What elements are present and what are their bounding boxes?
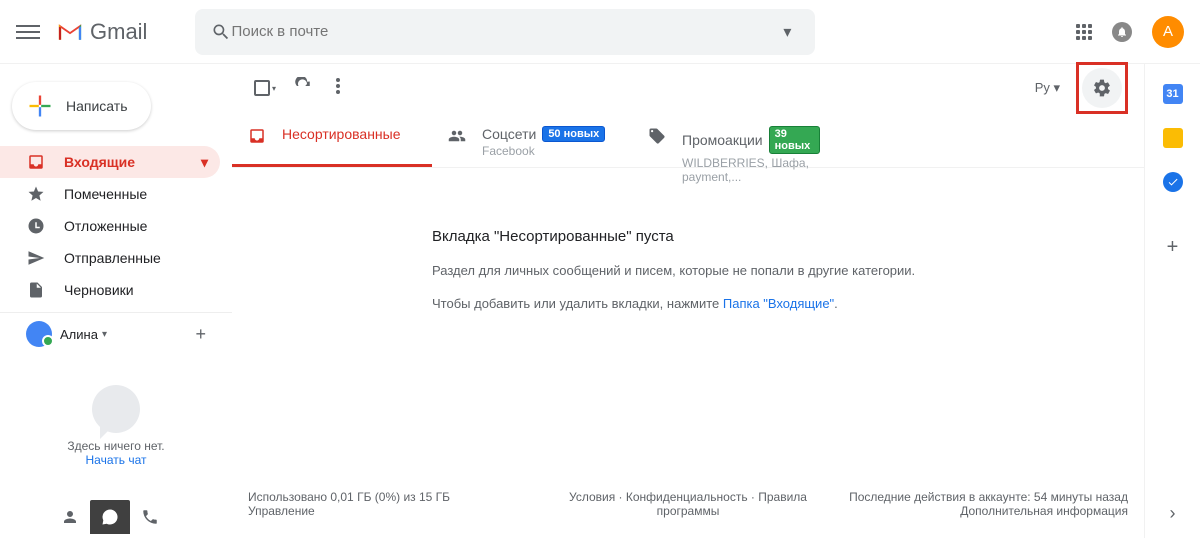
hangouts-new-chat-button[interactable]: + <box>195 324 206 345</box>
notifications-icon[interactable] <box>1112 22 1132 42</box>
category-tabs: Несортированные Соцсети 50 новых Facebook… <box>232 112 1144 168</box>
empty-state: Вкладка "Несортированные" пуста Раздел д… <box>232 168 1144 369</box>
social-tab-icon <box>448 127 466 145</box>
header-right: А <box>1076 16 1184 48</box>
more-button[interactable] <box>324 70 352 107</box>
calendar-addon-icon[interactable]: 31 <box>1163 84 1183 104</box>
clock-icon <box>26 216 46 236</box>
tab-primary-label: Несортированные <box>282 126 401 142</box>
input-method-button[interactable]: Ру ▾ <box>1035 80 1060 96</box>
compose-label: Написать <box>66 98 127 114</box>
hangouts-tab-phone[interactable] <box>130 500 170 534</box>
inbox-expand-icon[interactable]: ▾ <box>201 154 208 171</box>
hangouts-user-row[interactable]: Алина ▾ + <box>0 312 232 355</box>
send-icon <box>26 248 46 268</box>
gmail-logo-area[interactable]: Gmail <box>56 19 147 45</box>
inbox-settings-link[interactable]: Папка "Входящие" <box>723 296 834 311</box>
inbox-tab-icon <box>248 127 266 145</box>
nav-inbox-label: Входящие <box>64 154 135 170</box>
star-icon <box>26 184 46 204</box>
tab-social[interactable]: Соцсети 50 новых Facebook <box>432 112 632 167</box>
footer-manage-link[interactable]: Управление <box>248 504 541 518</box>
tab-promotions[interactable]: Промоакции39 новых WILDBERRIES, Шафа, pa… <box>632 112 832 167</box>
plus-icon <box>26 92 54 120</box>
hangouts-tab-contacts[interactable] <box>50 500 90 534</box>
tasks-addon-icon[interactable] <box>1163 172 1183 192</box>
refresh-button[interactable] <box>282 69 324 108</box>
nav-drafts[interactable]: Черновики <box>0 274 220 306</box>
hangouts-tab-chat[interactable] <box>90 500 130 534</box>
search-input[interactable] <box>231 23 775 40</box>
tab-social-label: Соцсети <box>482 126 536 142</box>
account-avatar[interactable]: А <box>1152 16 1184 48</box>
empty-config-text: Чтобы добавить или удалить вкладки, нажм… <box>432 296 1104 311</box>
compose-button[interactable]: Написать <box>12 82 151 130</box>
empty-description: Раздел для личных сообщений и писем, кот… <box>432 263 1104 278</box>
promo-badge: 39 новых <box>769 126 820 154</box>
search-icon <box>211 22 231 42</box>
footer-activity: Последние действия в аккаунте: 54 минуты… <box>835 490 1128 518</box>
tab-promo-sub: WILDBERRIES, Шафа, payment,... <box>682 156 820 184</box>
nav-inbox[interactable]: Входящие ▾ <box>0 146 220 178</box>
tab-primary[interactable]: Несортированные <box>232 112 432 167</box>
hangouts-start-chat-link[interactable]: Начать чат <box>10 453 222 467</box>
inbox-icon <box>26 152 46 172</box>
file-icon <box>26 280 46 300</box>
nav-starred[interactable]: Помеченные <box>0 178 220 210</box>
footer-storage: Использовано 0,01 ГБ (0%) из 15 ГБ Управ… <box>248 490 541 518</box>
header: Gmail ▾ А <box>0 0 1200 64</box>
empty-title: Вкладка "Несортированные" пуста <box>432 228 1104 245</box>
select-all-checkbox[interactable]: ▾ <box>248 74 282 102</box>
nav-sent[interactable]: Отправленные <box>0 242 220 274</box>
keep-addon-icon[interactable] <box>1163 128 1183 148</box>
promo-tab-icon <box>648 127 666 145</box>
chevron-down-icon: ▾ <box>272 84 276 93</box>
google-apps-icon[interactable] <box>1076 24 1092 40</box>
hangouts-empty-text: Здесь ничего нет. <box>10 439 222 453</box>
search-options-dropdown[interactable]: ▾ <box>775 14 799 50</box>
sidebar: Написать Входящие ▾ Помеченные Отложенны… <box>0 64 232 538</box>
tab-social-sub: Facebook <box>482 144 605 158</box>
nav-snoozed[interactable]: Отложенные <box>0 210 220 242</box>
nav-starred-label: Помеченные <box>64 186 147 202</box>
toolbar: ▾ Ру ▾ <box>232 64 1144 112</box>
main-menu-button[interactable] <box>16 20 40 44</box>
nav-drafts-label: Черновики <box>64 282 134 298</box>
main-area: ▾ Ру ▾ Несортированные Соцсети 50 новых F… <box>232 64 1144 538</box>
social-badge: 50 новых <box>542 126 605 142</box>
hangouts-tabs <box>50 500 170 534</box>
chat-bubble-icon <box>92 385 140 433</box>
nav-snoozed-label: Отложенные <box>64 218 147 234</box>
gmail-logo-icon <box>56 22 84 42</box>
tab-promo-label: Промоакции <box>682 132 763 148</box>
settings-button[interactable] <box>1082 68 1122 108</box>
hangouts-dropdown-icon[interactable]: ▾ <box>102 329 107 340</box>
toolbar-right: Ру ▾ <box>1035 62 1128 114</box>
settings-highlight-box <box>1076 62 1128 114</box>
footer-terms[interactable]: Условия · Конфиденциальность · Правила п… <box>541 490 834 518</box>
hangouts-avatar-icon <box>26 321 52 347</box>
footer-details-link[interactable]: Дополнительная информация <box>835 504 1128 518</box>
search-box[interactable]: ▾ <box>195 9 815 55</box>
get-addons-button[interactable]: + <box>1167 236 1179 259</box>
collapse-panel-icon[interactable]: › <box>1170 503 1176 524</box>
footer: Использовано 0,01 ГБ (0%) из 15 ГБ Управ… <box>248 490 1128 518</box>
nav-sent-label: Отправленные <box>64 250 161 266</box>
hangouts-username: Алина <box>60 327 98 342</box>
side-panel: 31 + › <box>1144 64 1200 538</box>
gmail-text: Gmail <box>90 19 147 45</box>
checkbox-icon <box>254 80 270 96</box>
hangouts-empty-state: Здесь ничего нет. Начать чат <box>0 355 232 477</box>
